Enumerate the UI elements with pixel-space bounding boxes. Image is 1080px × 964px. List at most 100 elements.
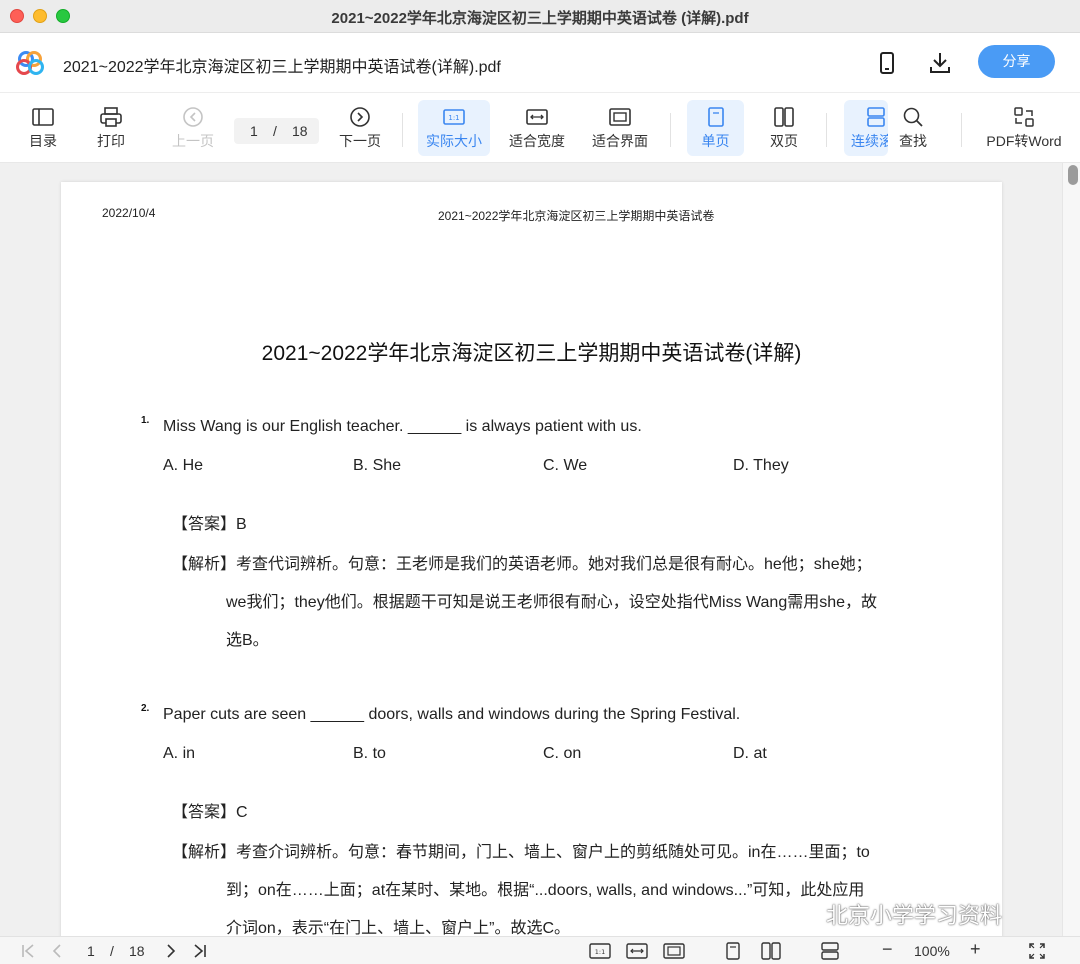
continuous-scroll-icon [867, 107, 885, 127]
viewer-toolbar: 目录 打印 上一页 1 / 18 下一页 1:1 实际大小 适合宽度 适合界面 … [0, 93, 1080, 163]
toolbar-divider [961, 113, 962, 147]
zoom-level[interactable]: 100% [914, 943, 950, 959]
toolbar-divider [826, 113, 827, 147]
wechat-icon [787, 903, 817, 927]
page-title: 2021~2022学年北京海淀区初三上学期期中英语试卷(详解) [261, 342, 802, 365]
page-running-head: 2021~2022学年北京海淀区初三上学期期中英语试卷 [438, 209, 715, 223]
page-current: 1 [250, 123, 258, 139]
continuous-scroll-icon[interactable] [820, 942, 840, 960]
pdf-to-word-button[interactable]: PDF转Word [982, 100, 1066, 156]
print-button[interactable]: 打印 [90, 100, 132, 156]
prev-page-label: 上一页 [172, 133, 214, 149]
single-page-icon [707, 107, 724, 127]
explanation-line: 到；on在……上面；at在某时、某地。根据“...doors, walls, a… [226, 882, 865, 899]
single-page-icon[interactable] [724, 942, 742, 960]
last-page-icon[interactable] [190, 942, 208, 960]
fit-page-label: 适合界面 [592, 133, 648, 149]
status-page-total: 18 [129, 943, 145, 959]
search-icon [903, 107, 923, 127]
double-page-icon[interactable] [760, 942, 782, 960]
svg-text:1:1: 1:1 [595, 948, 605, 956]
answer: 【答案】C [172, 804, 248, 821]
fit-width-label: 适合宽度 [509, 133, 565, 149]
toc-label: 目录 [29, 133, 57, 149]
document-viewer[interactable]: 2022/10/4 2021~2022学年北京海淀区初三上学期期中英语试卷 20… [0, 163, 1080, 936]
sidebar-icon [32, 108, 54, 126]
continuous-scroll-label: 连续滚 [851, 133, 888, 149]
explanation-line: 【解析】考查代词辨析。句意：王老师是我们的英语老师。她对我们总是很有耐心。he他… [172, 556, 872, 573]
question-number: 1. [141, 415, 150, 426]
mobile-icon[interactable] [874, 50, 900, 76]
vertical-scrollbar-thumb[interactable] [1068, 165, 1078, 185]
actual-size-icon[interactable]: 1:1 [589, 942, 611, 960]
single-page-label: 单页 [701, 133, 730, 149]
option: B. She [353, 457, 402, 474]
pdf-to-word-label: PDF转Word [986, 133, 1062, 149]
find-label: 查找 [899, 133, 927, 149]
question-number: 2. [141, 703, 150, 714]
app-header: 2021~2022学年北京海淀区初三上学期期中英语试卷(详解).pdf 分享 [0, 33, 1080, 93]
option: C. We [543, 457, 588, 474]
explanation-line: we我们；they他们。根据题干可知是说王老师很有耐心，设空处指代Miss Wa… [226, 594, 878, 611]
download-icon[interactable] [927, 50, 953, 76]
printer-icon [100, 107, 122, 127]
fit-page-icon [609, 108, 631, 126]
fit-page-button[interactable]: 适合界面 [588, 100, 652, 156]
question-text: Miss Wang is our English teacher. ______… [163, 418, 642, 435]
page-separator: / [273, 123, 277, 139]
double-page-label: 双页 [770, 133, 798, 149]
zoom-in-button[interactable]: + [970, 939, 981, 960]
print-label: 打印 [97, 133, 125, 149]
actual-size-button[interactable]: 1:1 实际大小 [418, 100, 490, 156]
explanation-line: 介词on，表示“在门上、墙上、窗户上”。故选C。 [226, 920, 571, 936]
continuous-scroll-button[interactable]: 连续滚 [844, 100, 888, 156]
status-page-current[interactable]: 1 [87, 943, 95, 959]
window-titlebar: 2021~2022学年北京海淀区初三上学期期中英语试卷 (详解).pdf [0, 0, 1080, 33]
single-page-button[interactable]: 单页 [687, 100, 744, 156]
pdf-page: 2022/10/4 2021~2022学年北京海淀区初三上学期期中英语试卷 20… [61, 182, 1002, 936]
actual-size-label: 实际大小 [426, 133, 482, 149]
window-title: 2021~2022学年北京海淀区初三上学期期中英语试卷 (详解).pdf [331, 10, 749, 27]
answer: 【答案】B [172, 516, 247, 533]
fit-width-icon[interactable] [626, 942, 648, 960]
option: A. He [163, 457, 204, 474]
next-page-label: 下一页 [339, 133, 381, 149]
svg-text:1:1: 1:1 [448, 114, 459, 122]
zoom-out-button[interactable]: − [882, 939, 893, 960]
status-bar: 1 / 18 1:1 − 100% + [0, 936, 1080, 964]
fit-width-button[interactable]: 适合宽度 [505, 100, 569, 156]
actual-size-icon: 1:1 [443, 109, 465, 125]
share-button[interactable]: 分享 [978, 45, 1055, 78]
first-page-icon[interactable] [20, 942, 38, 960]
option: D. They [733, 457, 789, 474]
chevron-right-circle-icon [350, 107, 370, 127]
option: B. to [353, 745, 386, 762]
status-page-separator: / [110, 943, 114, 959]
next-page-icon[interactable] [162, 942, 180, 960]
fullscreen-icon[interactable] [1028, 942, 1046, 960]
toolbar-divider [670, 113, 671, 147]
next-page-button[interactable]: 下一页 [334, 100, 386, 156]
document-title: 2021~2022学年北京海淀区初三上学期期中英语试卷(详解).pdf [63, 59, 501, 76]
question-text: Paper cuts are seen ______ doors, walls … [163, 706, 741, 723]
convert-icon [1014, 107, 1034, 127]
app-logo-icon [16, 51, 44, 75]
option: D. at [733, 745, 767, 762]
explanation-line: 【解析】考查介词辨析。句意：春节期间，门上、墙上、窗户上的剪纸随处可见。in在…… [172, 844, 870, 861]
find-button[interactable]: 查找 [893, 100, 933, 156]
fit-width-icon [526, 109, 548, 125]
double-page-icon [774, 107, 794, 127]
toc-button[interactable]: 目录 [22, 100, 64, 156]
option: C. on [543, 745, 582, 762]
page-number-input[interactable]: 1 / 18 [234, 118, 319, 144]
vertical-scrollbar-track[interactable] [1062, 163, 1080, 936]
fit-page-icon[interactable] [663, 942, 685, 960]
double-page-button[interactable]: 双页 [760, 100, 808, 156]
prev-page-icon[interactable] [48, 942, 66, 960]
explanation-line: 选B。 [226, 632, 269, 649]
option: A. in [163, 745, 196, 762]
chevron-left-circle-icon [183, 107, 203, 127]
toolbar-divider [402, 113, 403, 147]
page-total: 18 [292, 123, 308, 139]
prev-page-button[interactable]: 上一页 [167, 100, 219, 156]
